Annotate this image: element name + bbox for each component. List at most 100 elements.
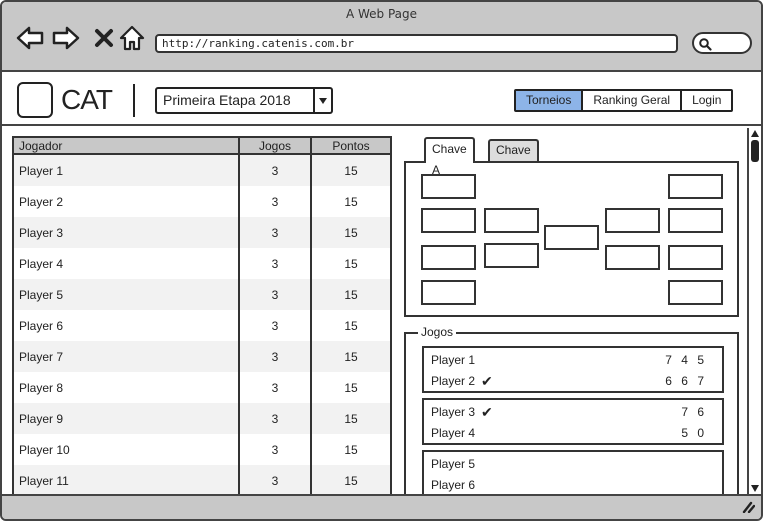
scroll-up-icon[interactable] [751,130,759,137]
bracket-match[interactable] [484,208,539,233]
bracket-match[interactable] [421,208,476,233]
bracket-match[interactable] [668,245,723,270]
cell-jogador: Player 1 [19,163,64,178]
cell-pontos: 15 [310,372,390,403]
header-divider [133,84,135,117]
cell-pontos: 15 [310,403,390,434]
cell-pontos: 15 [310,248,390,279]
home-button[interactable] [118,24,146,52]
search-icon [699,38,712,51]
bracket-match[interactable] [421,174,476,199]
scroll-thumb[interactable] [751,140,759,162]
browser-search-input[interactable] [692,32,752,54]
table-row[interactable]: Player 10 3 15 [14,434,390,465]
tab-chave-a[interactable]: Chave A [424,137,475,177]
cell-jogador: Player 8 [19,380,64,395]
stage-select[interactable]: Primeira Etapa 2018 [155,87,333,114]
table-row[interactable]: Player 11 3 15 [14,465,390,494]
dropdown-caret[interactable] [313,89,331,112]
url-input[interactable]: http://ranking.catenis.com.br [155,34,678,53]
game-player-name: Player 6 [431,478,476,492]
bracket-match[interactable] [668,280,723,305]
resize-grip-icon[interactable] [741,501,755,513]
game-score: 7 6 [681,405,707,419]
logo-mark [17,82,53,118]
game-player-line: Player 4 5 0 [431,423,717,443]
cell-jogos: 3 [238,248,310,279]
table-row[interactable]: Player 8 3 15 [14,372,390,403]
cell-jogador: Player 10 [19,442,70,457]
forward-button[interactable] [52,24,80,52]
tab-chave-b[interactable]: Chave B [488,139,539,176]
cell-jogador: Player 11 [19,473,69,488]
cell-pontos: 15 [310,217,390,248]
table-body: Player 1 3 15 Player 2 3 15 Player 3 3 15 Player … [14,155,390,494]
browser-window: A Web Page http://ranking.catenis.com.br [0,0,763,521]
bracket-final[interactable] [544,225,599,250]
bracket-match[interactable] [605,245,660,270]
scroll-down-icon[interactable] [751,485,759,492]
logo-text: CAT [61,84,113,115]
column-header-jogos[interactable]: Jogos [238,138,310,153]
nav-tab-ranking-geral[interactable]: Ranking Geral [581,91,680,110]
arrow-right-icon [52,26,80,50]
jogos-group: Jogos Player 17 4 5 Player 2 ✔ 6 6 7 Player … [404,325,739,494]
game-player-name: Player 4 [431,426,476,440]
close-icon [95,29,113,47]
table-row[interactable]: Player 6 3 15 [14,310,390,341]
cell-jogador: Player 2 [19,194,64,209]
column-header-pontos[interactable]: Pontos [310,138,390,153]
status-bar [2,494,761,519]
cell-jogos: 3 [238,465,310,494]
nav-tab-torneios[interactable]: Torneios [516,91,582,110]
bracket-match[interactable] [605,208,660,233]
cell-jogos: 3 [238,217,310,248]
vertical-scrollbar[interactable] [747,128,761,494]
game-player-line: Player 5 [431,454,717,474]
check-icon: ✔ [481,372,493,389]
cell-jogos: 3 [238,403,310,434]
bracket-match[interactable] [668,174,723,199]
game-player-line: Player 2 ✔ 6 6 7 [431,371,717,391]
bracket-match[interactable] [668,208,723,233]
cell-pontos: 15 [310,465,390,494]
main-nav: Torneios Ranking Geral Login [514,89,734,112]
cell-pontos: 15 [310,310,390,341]
nav-tab-login[interactable]: Login [680,91,731,110]
cell-jogador: Player 4 [19,256,64,271]
cell-pontos: 15 [310,155,390,186]
table-row[interactable]: Player 9 3 15 [14,403,390,434]
game-card[interactable]: Player 5 Player 6 [422,450,724,494]
bracket-panel [404,161,739,317]
cell-pontos: 15 [310,434,390,465]
game-player-name: Player 2 [431,374,476,388]
game-score: 6 6 7 [665,374,707,388]
cell-pontos: 15 [310,186,390,217]
table-row[interactable]: Player 5 3 15 [14,279,390,310]
stop-button[interactable] [90,24,118,52]
page-content: Jogador Jogos Pontos Player 1 3 15 Player 2… [2,128,747,494]
column-header-jogador[interactable]: Jogador [14,138,238,153]
bracket-match[interactable] [421,245,476,270]
back-button[interactable] [16,24,44,52]
bracket-match[interactable] [421,280,476,305]
cell-jogador: Player 7 [19,349,64,364]
arrow-left-icon [16,26,44,50]
game-player-name: Player 3 [431,405,476,419]
cell-jogos: 3 [238,310,310,341]
table-row[interactable]: Player 2 3 15 [14,186,390,217]
game-score: 7 4 5 [665,353,707,367]
game-player-line: Player 3 ✔ 7 6 [431,402,717,422]
cell-jogos: 3 [238,341,310,372]
table-row[interactable]: Player 7 3 15 [14,341,390,372]
table-row[interactable]: Player 1 3 15 [14,155,390,186]
table-row[interactable]: Player 3 3 15 [14,217,390,248]
game-player-name: Player 1 [431,353,476,367]
app-header: CAT Primeira Etapa 2018 Torneios Ranking… [2,74,761,126]
cell-pontos: 15 [310,279,390,310]
table-row[interactable]: Player 4 3 15 [14,248,390,279]
game-card[interactable]: Player 1 7 4 5 Player 2 ✔ 6 6 7 [422,346,724,393]
window-title: A Web Page [345,7,418,21]
bracket-match[interactable] [484,243,539,268]
game-card[interactable]: Player 3 ✔ 7 6 Player 4 5 0 [422,398,724,445]
